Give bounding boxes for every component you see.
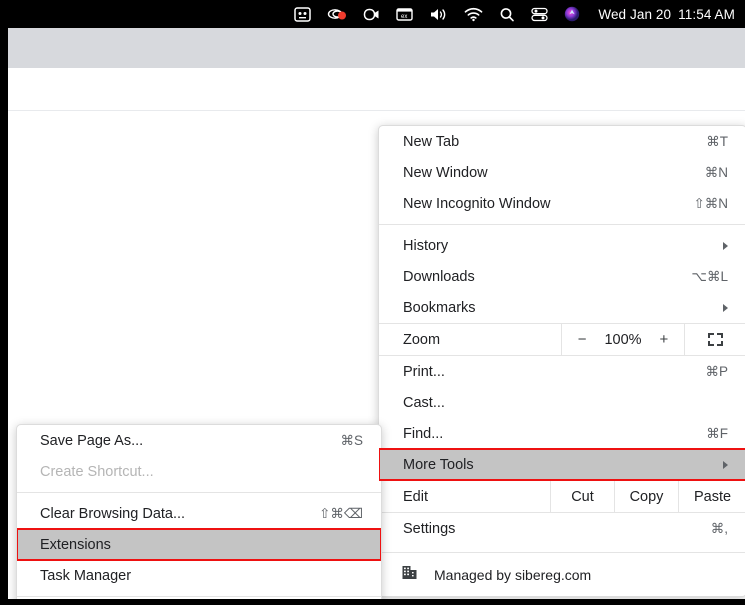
menu-item-settings[interactable]: Settings ⌘,	[379, 513, 745, 544]
menu-item-label: Find...	[403, 425, 444, 442]
submenu-item-label: Extensions	[40, 536, 111, 553]
volume-icon[interactable]	[429, 0, 448, 28]
menu-item-label: Downloads	[403, 268, 475, 285]
submenu-item-label: Clear Browsing Data...	[40, 505, 186, 522]
menu-zoom-row: Zoom − 100% +	[379, 323, 745, 356]
enterprise-building-icon	[401, 564, 418, 585]
menu-item-new-tab[interactable]: New Tab ⌘T	[379, 126, 745, 157]
menu-item-label: History	[403, 237, 449, 254]
fullscreen-icon	[708, 333, 723, 346]
chrome-browser-window: J New Tab ⌘T New Window ⌘N New Incognito…	[6, 28, 745, 605]
submenu-item-task-manager[interactable]: Task Manager	[17, 560, 381, 591]
submenu-item-create-shortcut: Create Shortcut...	[17, 456, 381, 487]
menu-item-label: New Window	[403, 164, 488, 181]
chevron-right-icon	[723, 460, 728, 469]
edit-paste-button[interactable]: Paste	[678, 481, 745, 512]
window-left-border	[0, 28, 6, 605]
managed-by-footer[interactable]: Managed by sibereg.com	[379, 552, 745, 596]
chrome-main-menu: New Tab ⌘T New Window ⌘N New Incognito W…	[378, 125, 745, 597]
wifi-icon[interactable]	[464, 0, 483, 28]
screen-recording-icon[interactable]	[327, 0, 347, 28]
menu-item-label: Cast...	[403, 394, 445, 411]
screen-root: ex Wed Jan 20 11:54 AM New Tab ⌘T New Wi…	[0, 0, 745, 605]
menu-item-bookmarks[interactable]: Bookmarks	[379, 292, 745, 323]
chevron-right-icon	[723, 241, 728, 250]
zoom-in-button[interactable]: +	[660, 331, 669, 348]
menu-item-shortcut: ⌘N	[704, 164, 728, 180]
more-tools-submenu: Save Page As... ⌘S Create Shortcut... Cl…	[16, 424, 382, 605]
managed-by-text: Managed by sibereg.com	[434, 566, 592, 583]
menu-item-find[interactable]: Find... ⌘F	[379, 418, 745, 449]
window-bottom-border	[0, 599, 745, 605]
submenu-item-label: Save Page As...	[40, 432, 144, 449]
menu-item-label: Settings	[403, 520, 456, 537]
zoom-level-value: 100%	[604, 331, 642, 348]
captions-icon[interactable]: ex	[396, 0, 414, 28]
menu-item-cast[interactable]: Cast...	[379, 387, 745, 418]
svg-text:ex: ex	[401, 14, 407, 20]
menu-item-label: Print...	[403, 363, 445, 380]
menu-item-print[interactable]: Print... ⌘P	[379, 356, 745, 387]
display-icon[interactable]	[294, 0, 312, 28]
submenu-item-clear-browsing-data[interactable]: Clear Browsing Data... ⇧⌘⌫	[17, 498, 381, 529]
menu-item-more-tools[interactable]: More Tools	[379, 448, 745, 481]
camera-icon[interactable]	[363, 0, 380, 28]
control-center-icon[interactable]	[531, 0, 548, 28]
chevron-right-icon	[723, 303, 728, 312]
edit-label: Edit	[403, 488, 428, 505]
submenu-separator	[17, 596, 381, 597]
macos-menu-bar: ex Wed Jan 20 11:54 AM	[0, 0, 745, 28]
menu-item-shortcut: ⌘F	[706, 425, 728, 441]
submenu-item-save-page-as[interactable]: Save Page As... ⌘S	[17, 425, 381, 456]
zoom-out-button[interactable]: −	[578, 331, 587, 348]
submenu-item-label: Create Shortcut...	[40, 463, 154, 480]
menu-item-new-window[interactable]: New Window ⌘N	[379, 157, 745, 188]
menu-item-shortcut: ⌘,	[710, 520, 728, 536]
tab-strip[interactable]	[8, 28, 745, 68]
menu-item-shortcut: ⌘P	[705, 363, 728, 379]
browser-toolbar: J	[8, 68, 745, 146]
menu-item-label: New Incognito Window	[403, 195, 551, 212]
submenu-item-shortcut: ⌘S	[340, 432, 363, 448]
menu-separator	[379, 224, 745, 225]
menu-item-shortcut: ⌥⌘L	[691, 268, 728, 284]
fullscreen-button[interactable]	[684, 324, 745, 355]
menu-bar-clock[interactable]: Wed Jan 20 11:54 AM	[598, 7, 735, 22]
submenu-item-label: Task Manager	[40, 567, 132, 584]
menu-item-downloads[interactable]: Downloads ⌥⌘L	[379, 261, 745, 292]
submenu-separator	[17, 492, 381, 493]
menu-item-shortcut: ⌘T	[706, 133, 728, 149]
zoom-controls: − 100% +	[561, 324, 684, 355]
zoom-label: Zoom	[403, 331, 441, 348]
menu-item-shortcut: ⇧⌘N	[693, 195, 728, 211]
menu-item-new-incognito-window[interactable]: New Incognito Window ⇧⌘N	[379, 188, 745, 219]
submenu-item-extensions[interactable]: Extensions	[17, 528, 381, 561]
submenu-item-shortcut: ⇧⌘⌫	[319, 505, 363, 521]
edit-cut-button[interactable]: Cut	[550, 481, 614, 512]
menu-item-label: New Tab	[403, 133, 460, 150]
menu-edit-row: Edit Cut Copy Paste	[379, 480, 745, 513]
menu-item-label: More Tools	[403, 456, 474, 473]
siri-icon[interactable]	[564, 0, 580, 28]
menu-item-history[interactable]: History	[379, 230, 745, 261]
clock-date: Wed Jan 20	[598, 6, 672, 22]
clock-time: 11:54 AM	[678, 6, 735, 22]
search-icon[interactable]	[499, 0, 515, 28]
edit-copy-button[interactable]: Copy	[614, 481, 678, 512]
menu-item-label: Bookmarks	[403, 299, 476, 316]
